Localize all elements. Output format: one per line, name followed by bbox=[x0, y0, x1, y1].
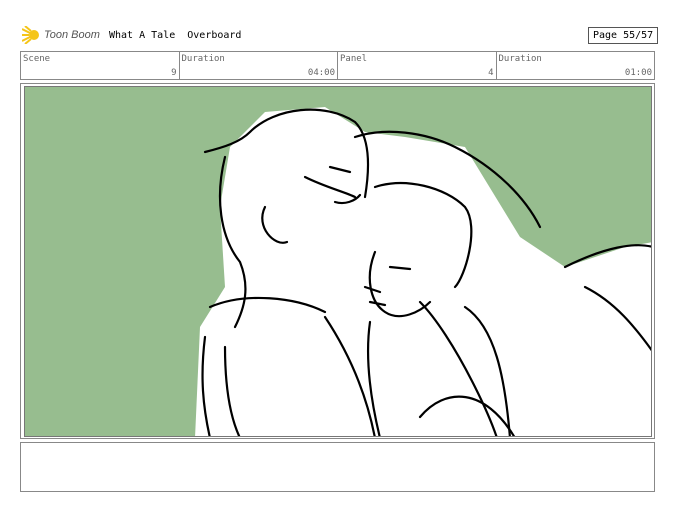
duration-value: 01:00 bbox=[624, 68, 652, 78]
project-title: What A Tale Overboard bbox=[109, 30, 242, 41]
duration-label: Duration bbox=[498, 54, 542, 64]
duration-value: 04:00 bbox=[307, 68, 335, 78]
storyboard-sketch bbox=[24, 86, 652, 437]
brand-name: Toon Boom bbox=[44, 29, 100, 41]
scene-label: Scene bbox=[23, 54, 51, 64]
scene-cell: Scene 9 bbox=[21, 52, 180, 79]
duration-label: Duration bbox=[181, 54, 225, 64]
panel-cell: Panel 4 bbox=[338, 52, 497, 79]
sun-logo-icon bbox=[22, 26, 39, 44]
panel-label: Panel bbox=[340, 54, 368, 64]
toon-boom-logo: Toon Boom bbox=[22, 26, 100, 44]
panel-value: 4 bbox=[488, 68, 494, 78]
panel-info-table: Scene 9 Duration 04:00 Panel 4 Duration 01:0… bbox=[20, 51, 655, 80]
sketch-drawing bbox=[195, 107, 651, 436]
notes-box bbox=[20, 442, 655, 492]
scene-value: 9 bbox=[171, 68, 177, 78]
panel-duration-cell: Duration 01:00 bbox=[497, 52, 655, 79]
scene-duration-cell: Duration 04:00 bbox=[180, 52, 338, 79]
page-number: Page 55/57 bbox=[588, 27, 659, 44]
